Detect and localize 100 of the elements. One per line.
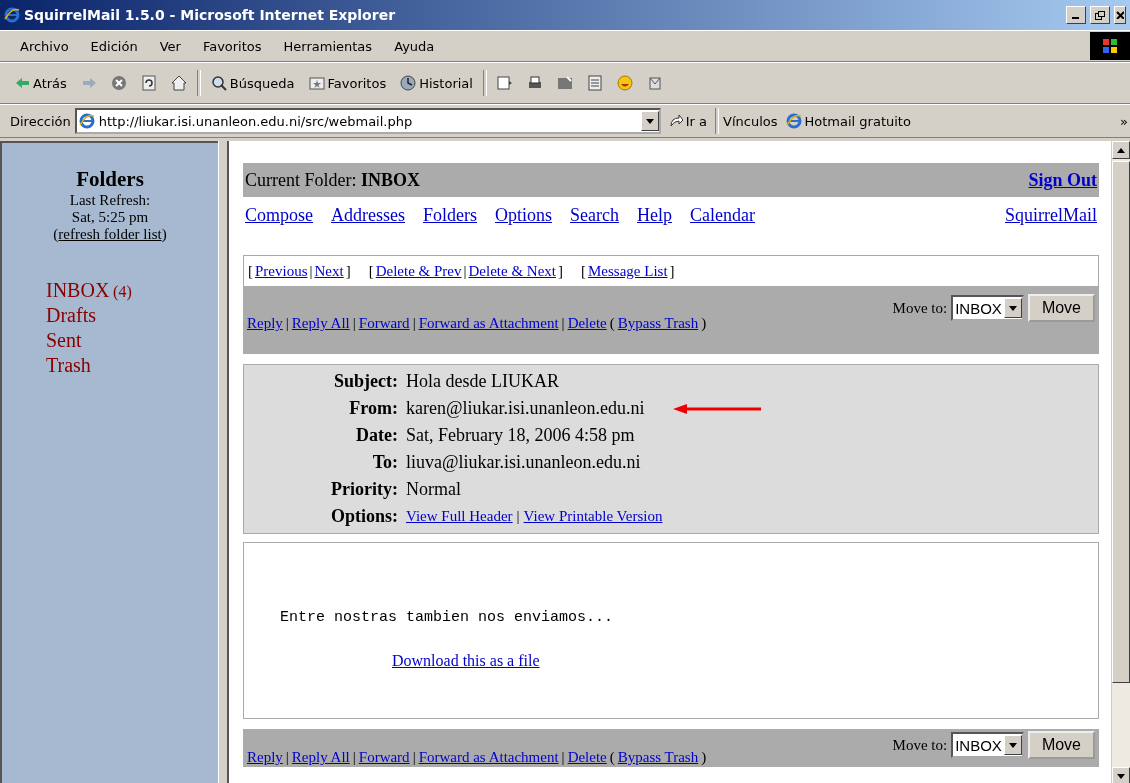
- header-value: Sat, February 18, 2006 4:58 pm: [406, 425, 635, 446]
- folder-link[interactable]: Sent: [46, 329, 82, 351]
- address-field[interactable]: http://liukar.isi.unanleon.edu.ni/src/webmail.php: [74, 108, 661, 134]
- action-link[interactable]: Forward: [358, 315, 410, 332]
- history-button[interactable]: Historial: [396, 73, 477, 93]
- header-value: Hola desde LIUKAR: [406, 371, 559, 392]
- separator-text: [: [248, 262, 253, 280]
- action-link[interactable]: Reply All: [291, 315, 350, 332]
- nav-link[interactable]: Folders: [423, 204, 477, 226]
- favorites-button[interactable]: Favoritos: [304, 73, 391, 93]
- folder-select[interactable]: INBOX: [951, 732, 1024, 758]
- menu-item[interactable]: Ver: [149, 36, 191, 56]
- separator-text: |: [352, 749, 356, 766]
- back-button[interactable]: Atrás: [10, 73, 71, 93]
- refresh-link[interactable]: refresh folder list: [58, 226, 162, 242]
- header-label: Options:: [329, 506, 399, 527]
- more-links-button[interactable]: »: [1120, 113, 1130, 129]
- action-link[interactable]: Reply: [247, 315, 283, 332]
- header-label: From:: [348, 398, 399, 419]
- menu-item[interactable]: Herramientas: [273, 36, 383, 56]
- refresh-icon: [140, 75, 157, 91]
- close-button[interactable]: [1114, 6, 1126, 24]
- nav-link[interactable]: Options: [495, 204, 553, 226]
- separator-text: ): [701, 749, 707, 766]
- action-link[interactable]: Forward as Attachment: [418, 315, 559, 332]
- brand-link[interactable]: SquirrelMail: [1005, 204, 1097, 226]
- go-arrow-icon: [668, 114, 683, 128]
- sign-out-link[interactable]: Sign Out: [1028, 169, 1097, 191]
- separator-text: |: [352, 315, 356, 332]
- menu-item[interactable]: Ayuda: [384, 36, 445, 56]
- browser-logo-icon: [78, 113, 95, 129]
- caret-icon: [1008, 305, 1017, 311]
- header-value: liuva@liukar.isi.unanleon.edu.ni: [406, 452, 641, 473]
- move-label: Move to:: [892, 736, 948, 754]
- favorites-icon: [308, 75, 325, 91]
- action-link[interactable]: Forward: [358, 749, 410, 766]
- action-link[interactable]: Reply: [247, 749, 283, 766]
- action-link[interactable]: Delete & Next: [468, 262, 556, 280]
- header-label: Subject:: [333, 371, 399, 392]
- scroll-up-icon[interactable]: [1117, 147, 1125, 153]
- restore-button[interactable]: [1090, 6, 1110, 24]
- search-icon: [210, 75, 227, 91]
- action-link[interactable]: View Printable Version: [523, 508, 663, 525]
- window-title: SquirrelMail 1.5.0 - Microsoft Internet Explorer: [24, 7, 397, 23]
- action-link[interactable]: Forward as Attachment: [418, 749, 559, 766]
- separator-text: (: [609, 749, 615, 766]
- action-link[interactable]: Bypass Trash: [617, 749, 699, 766]
- unread-count: (4): [113, 283, 132, 300]
- action-link[interactable]: Delete & Prev: [375, 262, 462, 280]
- separator-text: ): [701, 315, 707, 332]
- history-icon: [400, 75, 417, 91]
- move-button[interactable]: Move: [1027, 731, 1095, 759]
- separator-text: |: [561, 315, 565, 332]
- scroll-down-icon[interactable]: [1117, 773, 1125, 779]
- nav-link[interactable]: Compose: [245, 204, 313, 226]
- action-link[interactable]: Message List: [588, 262, 668, 280]
- go-button[interactable]: Ir a: [664, 113, 712, 129]
- folder-select[interactable]: INBOX: [951, 295, 1024, 321]
- action-link[interactable]: Bypass Trash: [617, 315, 699, 332]
- links-label: Vínculos: [723, 113, 778, 129]
- forward-icon: [80, 75, 97, 91]
- action-link[interactable]: Delete: [567, 749, 607, 766]
- nav-link[interactable]: Calendar: [690, 204, 755, 226]
- header-label: Date:: [355, 425, 399, 446]
- search-button[interactable]: Búsqueda: [206, 73, 299, 93]
- separator-text: ]: [558, 262, 563, 280]
- separator-text: |: [516, 508, 520, 525]
- close-icon: [1116, 11, 1124, 19]
- action-link[interactable]: Previous: [255, 262, 308, 280]
- folder-link[interactable]: INBOX: [46, 279, 110, 301]
- folder-link[interactable]: Trash: [46, 354, 91, 376]
- nav-link[interactable]: Help: [637, 204, 672, 226]
- move-label: Move to:: [892, 299, 948, 317]
- home-icon: [170, 75, 187, 91]
- download-link[interactable]: Download this as a file: [392, 652, 1098, 670]
- action-link[interactable]: Reply All: [291, 749, 350, 766]
- menu-item[interactable]: Edición: [80, 36, 148, 56]
- separator-text: (: [609, 315, 615, 332]
- move-button[interactable]: Move: [1027, 294, 1095, 322]
- separator-text: ]: [345, 262, 351, 280]
- separator-text: |: [285, 749, 289, 766]
- browser-logo-icon: [785, 113, 802, 129]
- action-link[interactable]: Next: [314, 262, 344, 280]
- separator-text: |: [285, 315, 289, 332]
- folder-link[interactable]: Drafts: [46, 304, 96, 326]
- messenger-icon: [616, 75, 633, 91]
- header-value: karen@liukar.isi.unanleon.edu.ni: [406, 398, 645, 419]
- header-label: Priority:: [330, 479, 399, 500]
- header-label: To:: [371, 452, 399, 473]
- nav-link[interactable]: Search: [570, 204, 619, 226]
- minimize-button[interactable]: [1066, 6, 1086, 24]
- refresh-label: Last Refresh:: [69, 192, 151, 209]
- menu-item[interactable]: Favoritos: [192, 36, 272, 56]
- separator-text: |: [412, 315, 416, 332]
- scrollbar[interactable]: [1111, 141, 1130, 783]
- action-link[interactable]: View Full Header: [406, 508, 513, 525]
- menu-item[interactable]: Archivo: [10, 36, 79, 56]
- action-link[interactable]: Delete: [567, 315, 607, 332]
- favorite-link[interactable]: Hotmail gratuito: [781, 113, 915, 129]
- nav-link[interactable]: Addresses: [331, 204, 405, 226]
